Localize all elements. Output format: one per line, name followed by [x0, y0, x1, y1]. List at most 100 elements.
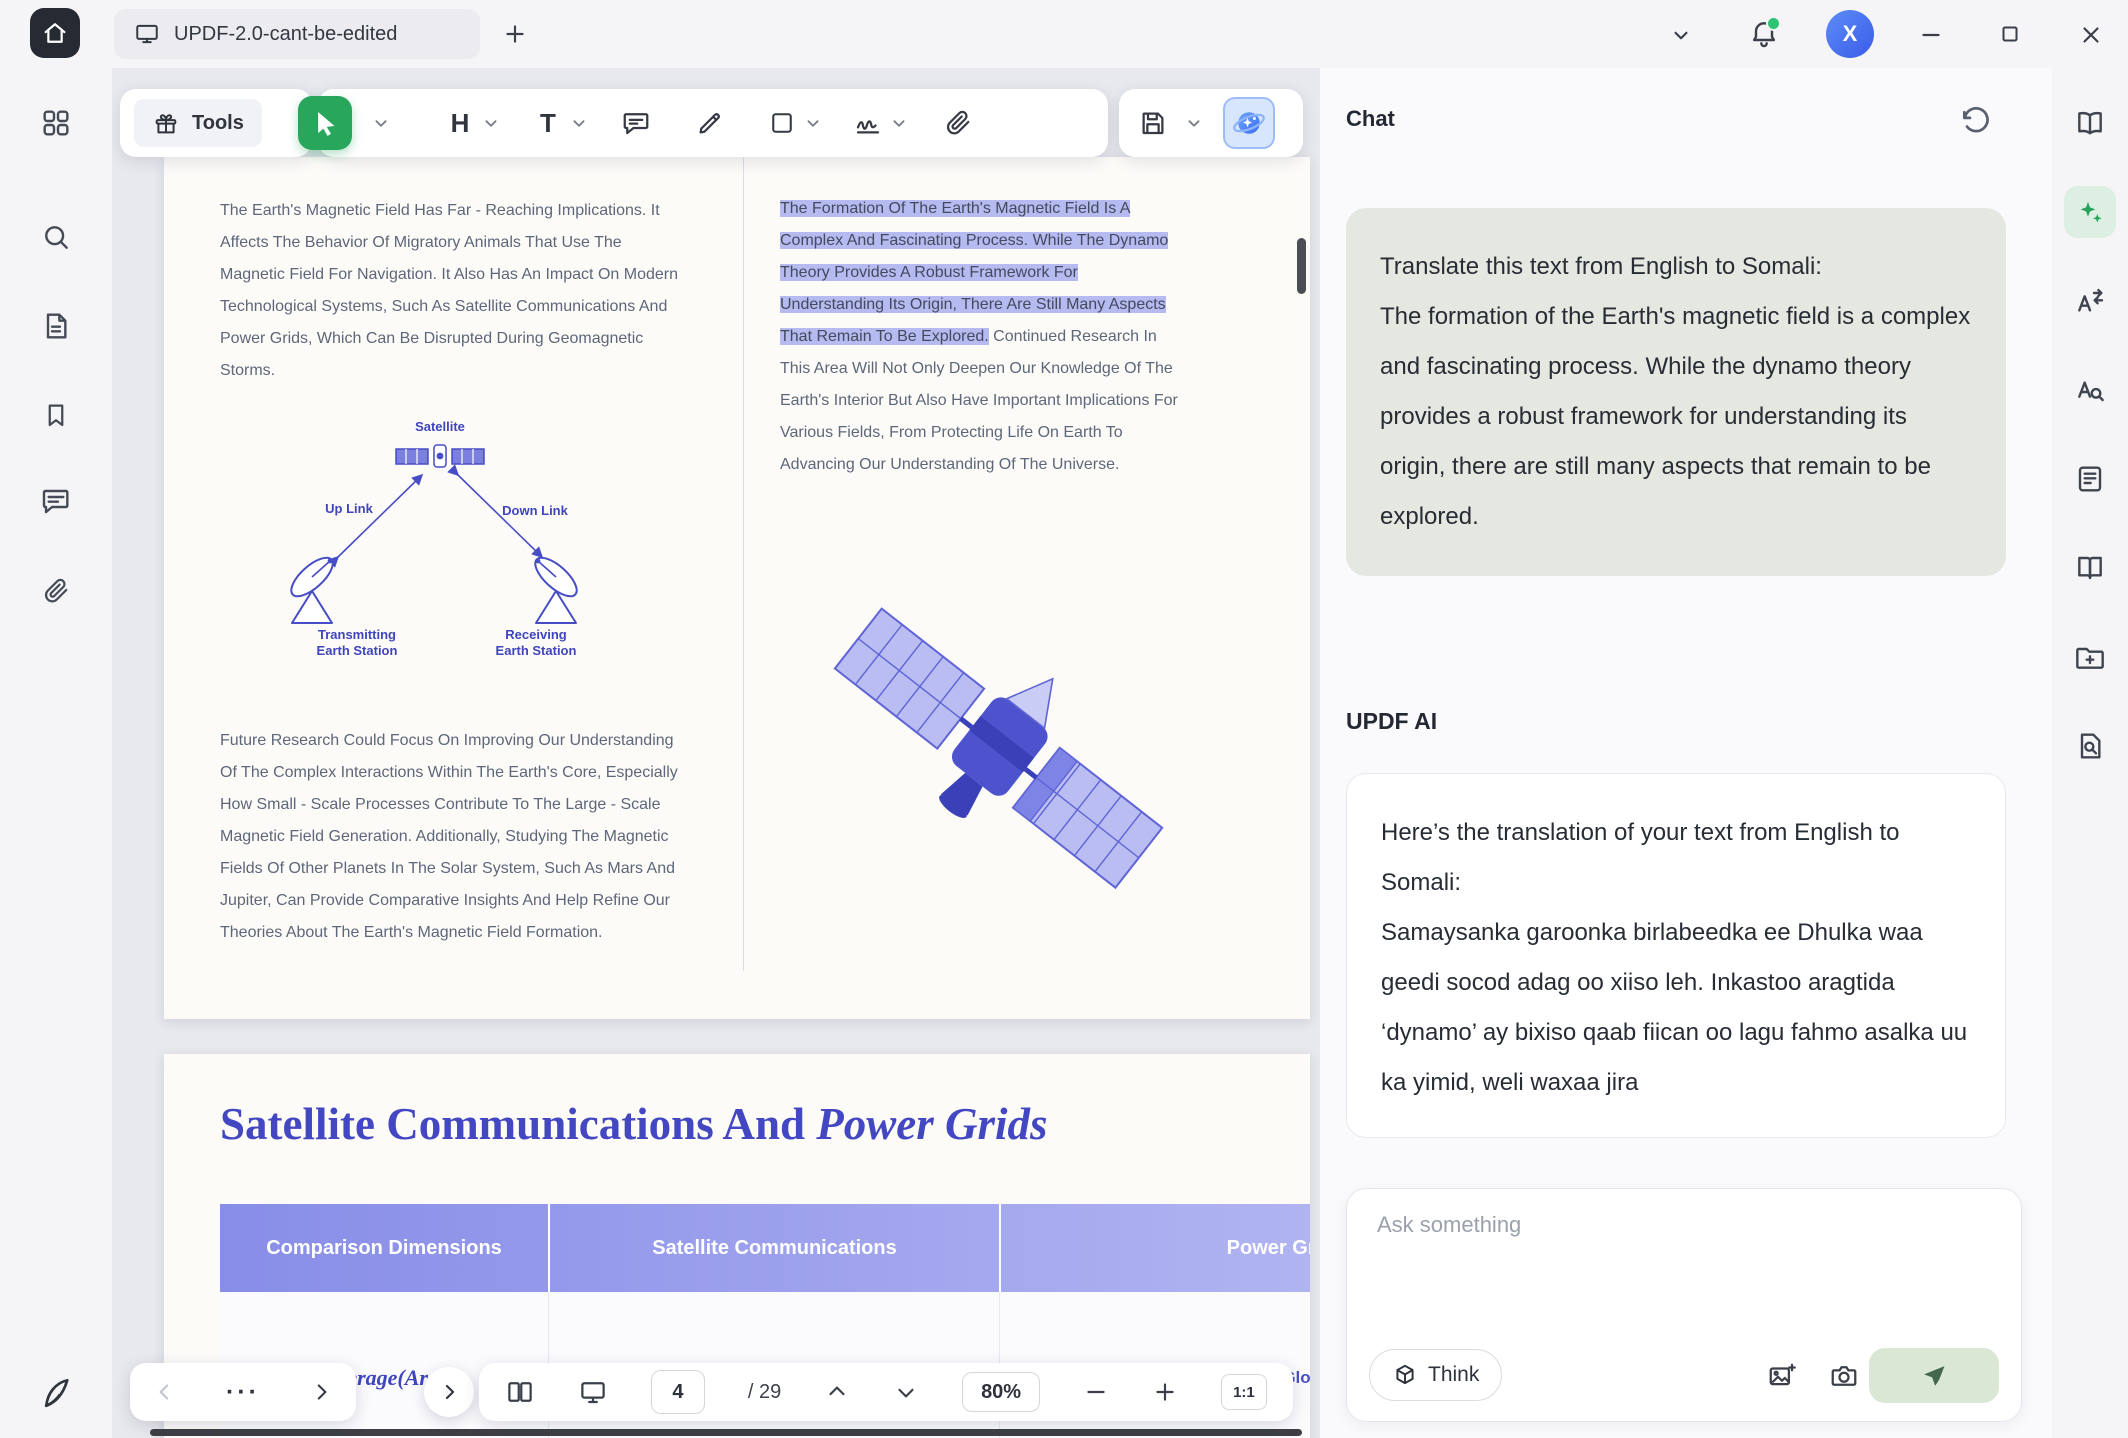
translate-button[interactable]: [2064, 275, 2116, 327]
folder-export-button[interactable]: [2064, 631, 2116, 683]
heading-tool-button[interactable]: H: [440, 101, 480, 145]
signature-icon: [853, 108, 883, 138]
comment-list-icon: [40, 485, 72, 517]
chevron-down-icon: [893, 1379, 919, 1405]
tools-button[interactable]: Tools: [134, 99, 262, 147]
updf-app-window: UPDF-2.0-cant-be-edited X: [0, 0, 2128, 1438]
paragraph-future-research[interactable]: Future Research Could Focus On Improving…: [220, 725, 690, 949]
think-toggle-button[interactable]: Think: [1369, 1349, 1502, 1401]
ai-message[interactable]: Here’s the translation of your text from…: [1346, 773, 2006, 1138]
new-tab-button[interactable]: [502, 21, 528, 47]
pencil-tool-button[interactable]: [690, 101, 730, 145]
satellite-illustration: [816, 577, 1188, 907]
heading-tool-chevron[interactable]: [480, 112, 502, 134]
chat-input[interactable]: [1375, 1211, 1979, 1239]
ai-assistant-button[interactable]: [2064, 186, 2116, 238]
nav-back-button[interactable]: [152, 1379, 178, 1405]
more-actions-button[interactable]: ···: [226, 1378, 260, 1407]
previous-page-button[interactable]: [824, 1379, 850, 1405]
ai-orb-icon: [1231, 105, 1267, 141]
select-tool-button[interactable]: [298, 96, 352, 150]
text-tool-button[interactable]: T: [528, 101, 568, 145]
save-tool-button[interactable]: [1133, 101, 1173, 145]
screenshot-button[interactable]: [1829, 1361, 1859, 1391]
user-message[interactable]: Translate this text from English to Soma…: [1346, 208, 2006, 576]
vertical-scrollbar[interactable]: [1297, 238, 1306, 294]
chevron-down-icon: [1668, 22, 1694, 48]
notes-icon: [2074, 463, 2106, 495]
chevron-right-icon: [437, 1380, 461, 1404]
chat-attachment-icons: [1767, 1361, 1859, 1391]
signature-tool-button[interactable]: [848, 101, 888, 145]
updf-logo[interactable]: [32, 1369, 80, 1417]
minus-icon: [1083, 1379, 1109, 1405]
actual-size-button[interactable]: 1:1: [1221, 1374, 1267, 1410]
zoom-level-button[interactable]: 80%: [962, 1372, 1040, 1412]
page-panels-button[interactable]: [2064, 542, 2116, 594]
text-tool-chevron[interactable]: [568, 112, 590, 134]
horizontal-scrollbar[interactable]: [150, 1429, 1302, 1436]
chevron-left-icon: [152, 1379, 178, 1405]
updf-logo-icon: [38, 1375, 74, 1411]
sidebar-search-button[interactable]: [32, 213, 80, 261]
selected-text[interactable]: The Formation Of The Earth's Magnetic Fi…: [780, 200, 1168, 345]
avatar[interactable]: X: [1826, 10, 1874, 58]
sidebar-thumbnails-button[interactable]: [32, 302, 80, 350]
expand-toolbar-button[interactable]: [424, 1367, 474, 1417]
maximize-icon: [1998, 22, 2022, 46]
paragraph-formation-rest[interactable]: Continued Research In This Area Will Not…: [780, 328, 1178, 473]
notification-dot: [1766, 16, 1781, 31]
proofread-button[interactable]: [2064, 364, 2116, 416]
document-tab[interactable]: UPDF-2.0-cant-be-edited: [114, 9, 480, 59]
reader-mode-button[interactable]: [2064, 97, 2116, 149]
shape-tool-chevron[interactable]: [802, 112, 824, 134]
document-search-button[interactable]: [2064, 720, 2116, 772]
ai-tool-button[interactable]: [1223, 97, 1275, 149]
next-page-button[interactable]: [893, 1379, 919, 1405]
summarize-notes-button[interactable]: [2064, 453, 2116, 505]
zoom-out-button[interactable]: [1083, 1379, 1109, 1405]
nav-forward-button[interactable]: [308, 1379, 334, 1405]
comment-tool-button[interactable]: [616, 101, 656, 145]
notifications-button[interactable]: [1748, 18, 1780, 50]
sidebar-bookmarks-button[interactable]: [32, 391, 80, 439]
diagram-label-satellite: Satellite: [380, 419, 500, 435]
satellite-illustration-art: [816, 577, 1188, 907]
shape-tool-button[interactable]: [762, 101, 802, 145]
tab-list-button[interactable]: [1668, 22, 1694, 48]
sidebar-attachments-button[interactable]: [32, 567, 80, 615]
right-sidebar: [2052, 68, 2128, 1438]
chevron-down-icon: [1183, 112, 1205, 134]
two-page-view-button[interactable]: [505, 1377, 535, 1407]
send-button[interactable]: [1869, 1348, 1999, 1403]
sidebar-apps-button[interactable]: [32, 99, 80, 147]
select-tool-chevron[interactable]: [370, 112, 392, 134]
diagram-label-transmitting: Transmitting Earth Station: [297, 627, 417, 659]
home-button[interactable]: [30, 8, 80, 58]
paperclip-icon: [943, 108, 973, 138]
add-image-button[interactable]: [1767, 1361, 1797, 1391]
page-number-input[interactable]: [651, 1370, 705, 1414]
attachment-tool-button[interactable]: [938, 101, 978, 145]
minimize-button[interactable]: [1918, 22, 1944, 48]
reading-mode-button[interactable]: [578, 1377, 608, 1407]
chat-history-button[interactable]: [1958, 102, 1994, 138]
close-button[interactable]: [2078, 22, 2104, 48]
plus-icon: [1152, 1379, 1178, 1405]
column-divider: [743, 157, 744, 971]
page-title[interactable]: Satellite Communications And Power Grids: [220, 1098, 1048, 1150]
proofread-icon: [2074, 374, 2106, 406]
tools-card: Tools: [120, 89, 312, 157]
maximize-button[interactable]: [1998, 22, 2022, 46]
chat-panel-title: Chat: [1346, 106, 1395, 132]
think-label: Think: [1428, 1363, 1479, 1387]
table-header-cell: Comparison Dimensions: [220, 1204, 548, 1292]
minimize-icon: [1918, 22, 1944, 48]
zoom-in-button[interactable]: [1152, 1379, 1178, 1405]
paragraph-implications[interactable]: The Earth's Magnetic Field Has Far - Rea…: [220, 195, 680, 387]
paragraph-formation[interactable]: The Formation Of The Earth's Magnetic Fi…: [780, 193, 1180, 481]
save-tool-chevron[interactable]: [1183, 112, 1205, 134]
sidebar-comments-button[interactable]: [32, 477, 80, 525]
document-icon: [40, 310, 72, 342]
signature-tool-chevron[interactable]: [888, 112, 910, 134]
